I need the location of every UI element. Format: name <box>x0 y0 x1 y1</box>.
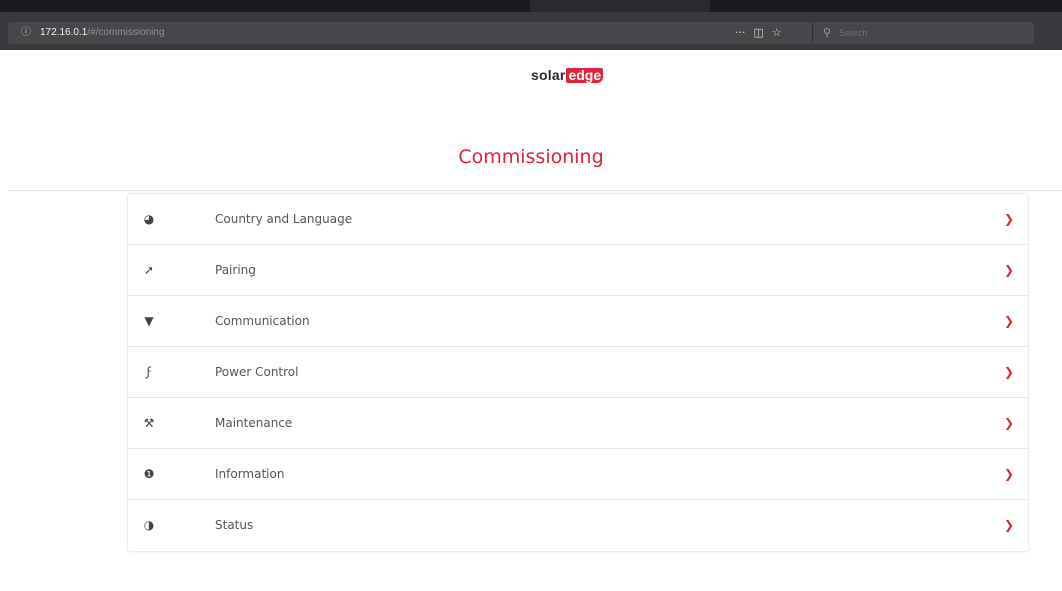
menu-item-pairing[interactable]: ➚ Pairing ❯ <box>128 245 1028 296</box>
page-title: Commissioning <box>458 146 604 168</box>
menu-item-information[interactable]: ❶ Information ❯ <box>128 449 1028 500</box>
menu-item-country-and-language[interactable]: ◕ Country and Language ❯ <box>128 194 1028 245</box>
chevron-right-icon: ❯ <box>1003 263 1015 277</box>
chevron-right-icon: ❯ <box>1003 365 1015 379</box>
pocket-icon[interactable]: ◫ <box>754 25 764 41</box>
menu-item-label: Status <box>215 518 254 532</box>
globe-icon: ◕ <box>143 212 155 226</box>
wifi-icon: ▼ <box>144 314 154 328</box>
menu-item-label: Power Control <box>215 365 299 379</box>
menu-item-communication[interactable]: ▼ Communication ❯ <box>128 296 1028 347</box>
wrench-icon: ⚒ <box>143 416 155 430</box>
bookmark-star-icon[interactable]: ☆ <box>772 25 782 41</box>
commissioning-menu: ◕ Country and Language ❯ ➚ Pairing ❯ ▼ C… <box>127 193 1029 552</box>
menu-item-label: Maintenance <box>215 416 293 430</box>
browser-tab-strip <box>0 0 1062 12</box>
chevron-right-icon: ❯ <box>1003 518 1015 532</box>
search-icon: ⚲ <box>823 26 832 39</box>
url-path: /#/commissioning <box>87 27 165 38</box>
chevron-right-icon: ❯ <box>1003 212 1015 226</box>
more-actions-icon[interactable]: ··· <box>735 25 746 41</box>
chevron-right-icon: ❯ <box>1003 416 1015 430</box>
menu-item-label: Country and Language <box>215 212 353 226</box>
menu-item-label: Information <box>215 467 285 481</box>
chevron-right-icon: ❯ <box>1003 467 1015 481</box>
menu-item-status[interactable]: ◑ Status ❯ <box>128 500 1028 551</box>
chevron-right-icon: ❯ <box>1003 314 1015 328</box>
menu-item-label: Pairing <box>215 263 256 277</box>
logo-text-solar: solar <box>531 67 566 83</box>
info-icon: ❶ <box>143 467 155 481</box>
solaredge-logo: solar edge <box>531 66 604 84</box>
menu-item-label: Communication <box>215 314 310 328</box>
menu-item-maintenance[interactable]: ⚒ Maintenance ❯ <box>128 398 1028 449</box>
url-host: 172.16.0.1 <box>40 27 88 38</box>
header-divider <box>8 190 1062 191</box>
browser-search-box[interactable]: ⚲ Search <box>812 23 1032 43</box>
dashboard-gauge-icon: ◑ <box>143 518 155 532</box>
menu-item-power-control[interactable]: ϝ Power Control ❯ <box>128 347 1028 398</box>
browser-active-tab[interactable] <box>530 0 710 12</box>
address-url[interactable]: 172.16.0.1/#/commissioning <box>40 26 165 40</box>
logo-text-edge: edge <box>566 66 604 83</box>
pairing-plug-icon: ➚ <box>143 263 155 277</box>
search-placeholder: Search <box>839 28 868 38</box>
address-bar-actions: ··· ◫ ☆ <box>735 25 782 41</box>
lightning-bolt-icon: ϝ <box>146 365 152 379</box>
site-info-icon[interactable]: ⓘ <box>20 27 32 39</box>
